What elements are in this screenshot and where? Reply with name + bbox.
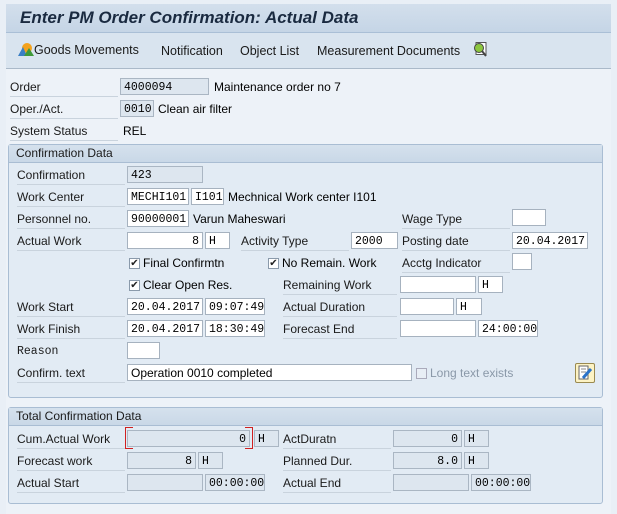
plant-field[interactable]: I101 (191, 188, 224, 205)
act-duration-label: ActDuratn (283, 431, 391, 449)
goods-movements-icon (18, 43, 34, 56)
wage-type-field[interactable] (512, 209, 546, 226)
actual-start-date-field[interactable] (127, 474, 203, 491)
long-text-exists-label: Long text exists (430, 366, 514, 380)
order-field[interactable]: 4000094 (120, 78, 209, 95)
oper-act-label: Oper./Act. (10, 101, 118, 119)
find-document-button[interactable] (472, 42, 488, 61)
object-list-label: Object List (240, 44, 300, 58)
clear-open-reservations-checkbox[interactable]: ✔ (129, 280, 140, 291)
planned-duration-field[interactable]: 8.0 (393, 452, 462, 469)
work-finish-date-field[interactable]: 20.04.2017 (127, 320, 203, 337)
window-title: Enter PM Order Confirmation: Actual Data (20, 8, 359, 27)
forecast-end-date-field[interactable] (400, 320, 476, 337)
system-status-value: REL (123, 124, 147, 138)
remaining-work-label: Remaining Work (283, 277, 397, 295)
forecast-work-unit-field[interactable]: H (198, 452, 223, 469)
clear-open-reservations-label: Clear Open Res. (143, 278, 233, 292)
work-center-label: Work Center (17, 189, 125, 207)
final-confirmation-checkbox[interactable]: ✔ (129, 258, 140, 269)
total-confirmation-data-header: Total Confirmation Data (9, 408, 602, 426)
planned-duration-label: Planned Dur. (283, 453, 391, 471)
confirmation-text-field[interactable]: Operation 0010 completed (127, 364, 412, 381)
long-text-exists-checkbox[interactable] (416, 368, 427, 379)
no-remaining-work-checkbox[interactable]: ✔ (268, 258, 279, 269)
activity-type-label: Activity Type (241, 233, 349, 251)
planned-duration-unit-field[interactable]: H (464, 452, 489, 469)
act-duration-field[interactable]: 0 (393, 430, 462, 447)
application-toolbar: Goods Movements Notification Object List… (6, 33, 611, 69)
goods-movements-label: Goods Movements (34, 43, 139, 57)
notification-label: Notification (161, 44, 223, 58)
actual-work-field[interactable]: 8 (127, 232, 203, 249)
actual-duration-unit-field[interactable]: H (456, 298, 482, 315)
activity-type-field[interactable]: 2000 (351, 232, 398, 249)
work-center-field[interactable]: MECHI101 (127, 188, 189, 205)
actual-end-label: Actual End (283, 475, 391, 493)
notification-button[interactable]: Notification (161, 44, 223, 58)
personnel-name: Varun Maheswari (193, 212, 286, 226)
order-label: Order (10, 79, 118, 97)
actual-work-label: Actual Work (17, 233, 125, 251)
object-list-button[interactable]: Object List (240, 44, 299, 58)
posting-date-field[interactable]: 20.04.2017 (512, 232, 588, 249)
final-confirmation-label: Final Confirmtn (143, 256, 225, 270)
operation-description: Clean air filter (158, 102, 233, 116)
actual-start-label: Actual Start (17, 475, 125, 493)
work-finish-label: Work Finish (17, 321, 125, 339)
measurement-documents-label: Measurement Documents (317, 44, 461, 58)
actual-end-date-field[interactable] (393, 474, 469, 491)
measurement-documents-button[interactable]: Measurement Documents (317, 44, 460, 58)
forecast-work-label: Forecast work (17, 453, 125, 471)
cum-actual-work-unit-field[interactable]: H (254, 430, 279, 447)
work-finish-time-field[interactable]: 18:30:49 (205, 320, 265, 337)
goods-movements-button[interactable]: Goods Movements (18, 42, 139, 57)
title-bar: Enter PM Order Confirmation: Actual Data (6, 4, 611, 33)
acctg-indicator-field[interactable] (512, 253, 532, 270)
work-center-description: Mechnical Work center I101 (228, 190, 377, 204)
personnel-no-field[interactable]: 90000001 (127, 210, 189, 227)
find-document-icon (474, 42, 487, 57)
reason-label: Reason (17, 345, 59, 358)
act-duration-unit-field[interactable]: H (464, 430, 489, 447)
confirmation-data-header: Confirmation Data (9, 145, 602, 163)
confirmation-text-label: Confirm. text (17, 365, 125, 383)
actual-work-unit-field[interactable]: H (205, 232, 230, 249)
confirmation-field[interactable]: 423 (127, 166, 203, 183)
posting-date-label: Posting date (402, 233, 510, 251)
order-description: Maintenance order no 7 (214, 80, 341, 94)
forecast-work-field[interactable]: 8 (127, 452, 196, 469)
actual-duration-label: Actual Duration (283, 299, 397, 317)
acctg-indicator-label: Acctg Indicator (402, 255, 510, 273)
remaining-work-unit-field[interactable]: H (478, 276, 503, 293)
edit-text-icon (578, 365, 593, 380)
wage-type-label: Wage Type (402, 211, 510, 229)
actual-duration-field[interactable] (400, 298, 454, 315)
long-text-edit-button[interactable] (575, 363, 595, 383)
cum-actual-work-label: Cum.Actual Work (17, 431, 125, 449)
cum-actual-work-field[interactable]: 0 (127, 430, 250, 447)
system-status-label: System Status (10, 123, 118, 141)
confirmation-label: Confirmation (17, 167, 125, 185)
work-start-date-field[interactable]: 20.04.2017 (127, 298, 203, 315)
work-start-label: Work Start (17, 299, 125, 317)
oper-act-field[interactable]: 0010 (120, 100, 154, 117)
personnel-no-label: Personnel no. (17, 211, 125, 229)
reason-field[interactable] (127, 342, 160, 359)
forecast-end-time-field[interactable]: 24:00:00 (478, 320, 538, 337)
actual-end-time-field[interactable]: 00:00:00 (471, 474, 531, 491)
work-start-time-field[interactable]: 09:07:49 (205, 298, 265, 315)
no-remaining-work-label: No Remain. Work (282, 256, 377, 270)
remaining-work-field[interactable] (400, 276, 476, 293)
forecast-end-label: Forecast End (283, 321, 397, 339)
actual-start-time-field[interactable]: 00:00:00 (205, 474, 265, 491)
